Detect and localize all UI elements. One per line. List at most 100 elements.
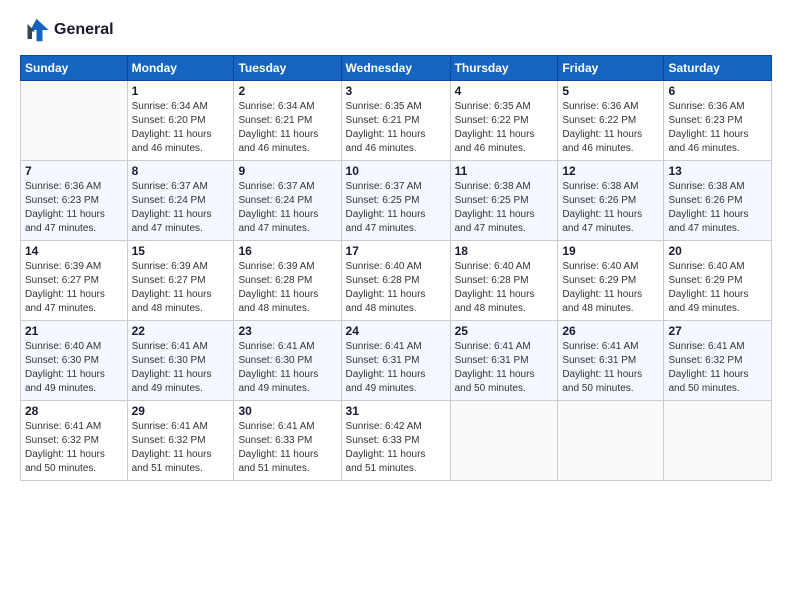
day-number: 6 — [668, 84, 767, 98]
day-number: 25 — [455, 324, 554, 338]
calendar-cell: 15 Sunrise: 6:39 AM Sunset: 6:27 PM Dayli… — [127, 241, 234, 321]
day-number: 20 — [668, 244, 767, 258]
week-row-3: 14 Sunrise: 6:39 AM Sunset: 6:27 PM Dayli… — [21, 241, 772, 321]
cell-content: Sunrise: 6:38 AM Sunset: 6:26 PM Dayligh… — [562, 180, 659, 236]
cell-content: Sunrise: 6:37 AM Sunset: 6:24 PM Dayligh… — [132, 180, 230, 236]
cell-content: Sunrise: 6:41 AM Sunset: 6:30 PM Dayligh… — [238, 340, 336, 396]
week-row-1: 1 Sunrise: 6:34 AM Sunset: 6:20 PM Daylig… — [21, 81, 772, 161]
calendar-cell: 21 Sunrise: 6:40 AM Sunset: 6:30 PM Dayli… — [21, 321, 128, 401]
day-number: 28 — [25, 404, 123, 418]
calendar-cell: 7 Sunrise: 6:36 AM Sunset: 6:23 PM Daylig… — [21, 161, 128, 241]
day-number: 3 — [346, 84, 446, 98]
cell-content: Sunrise: 6:39 AM Sunset: 6:28 PM Dayligh… — [238, 260, 336, 316]
cell-content: Sunrise: 6:40 AM Sunset: 6:28 PM Dayligh… — [346, 260, 446, 316]
cell-content: Sunrise: 6:35 AM Sunset: 6:22 PM Dayligh… — [455, 100, 554, 156]
cell-content: Sunrise: 6:41 AM Sunset: 6:31 PM Dayligh… — [562, 340, 659, 396]
calendar-cell: 10 Sunrise: 6:37 AM Sunset: 6:25 PM Dayli… — [341, 161, 450, 241]
calendar-cell: 4 Sunrise: 6:35 AM Sunset: 6:22 PM Daylig… — [450, 81, 558, 161]
day-number: 23 — [238, 324, 336, 338]
header-cell-saturday: Saturday — [664, 56, 772, 81]
calendar-cell: 31 Sunrise: 6:42 AM Sunset: 6:33 PM Dayli… — [341, 401, 450, 481]
day-number: 15 — [132, 244, 230, 258]
day-number: 1 — [132, 84, 230, 98]
logo-icon — [20, 15, 50, 45]
cell-content: Sunrise: 6:42 AM Sunset: 6:33 PM Dayligh… — [346, 420, 446, 476]
day-number: 8 — [132, 164, 230, 178]
cell-content: Sunrise: 6:40 AM Sunset: 6:29 PM Dayligh… — [562, 260, 659, 316]
calendar-header-row: SundayMondayTuesdayWednesdayThursdayFrid… — [21, 56, 772, 81]
calendar-cell: 26 Sunrise: 6:41 AM Sunset: 6:31 PM Dayli… — [558, 321, 664, 401]
logo-text: General — [54, 20, 114, 39]
day-number: 4 — [455, 84, 554, 98]
calendar-cell: 22 Sunrise: 6:41 AM Sunset: 6:30 PM Dayli… — [127, 321, 234, 401]
calendar-cell — [558, 401, 664, 481]
calendar-cell: 3 Sunrise: 6:35 AM Sunset: 6:21 PM Daylig… — [341, 81, 450, 161]
calendar-cell: 29 Sunrise: 6:41 AM Sunset: 6:32 PM Dayli… — [127, 401, 234, 481]
day-number: 9 — [238, 164, 336, 178]
day-number: 21 — [25, 324, 123, 338]
cell-content: Sunrise: 6:36 AM Sunset: 6:22 PM Dayligh… — [562, 100, 659, 156]
day-number: 22 — [132, 324, 230, 338]
day-number: 10 — [346, 164, 446, 178]
cell-content: Sunrise: 6:40 AM Sunset: 6:30 PM Dayligh… — [25, 340, 123, 396]
day-number: 12 — [562, 164, 659, 178]
calendar-cell: 5Sunrise: 6:36 AM Sunset: 6:22 PM Daylig… — [558, 81, 664, 161]
calendar-cell: 12 Sunrise: 6:38 AM Sunset: 6:26 PM Dayli… — [558, 161, 664, 241]
calendar-cell: 30 Sunrise: 6:41 AM Sunset: 6:33 PM Dayli… — [234, 401, 341, 481]
day-number: 31 — [346, 404, 446, 418]
calendar-cell: 11 Sunrise: 6:38 AM Sunset: 6:25 PM Dayli… — [450, 161, 558, 241]
cell-content: Sunrise: 6:38 AM Sunset: 6:25 PM Dayligh… — [455, 180, 554, 236]
cell-content: Sunrise: 6:40 AM Sunset: 6:28 PM Dayligh… — [455, 260, 554, 316]
day-number: 24 — [346, 324, 446, 338]
calendar-cell — [21, 81, 128, 161]
calendar-cell: 24 Sunrise: 6:41 AM Sunset: 6:31 PM Dayli… — [341, 321, 450, 401]
calendar-cell: 19 Sunrise: 6:40 AM Sunset: 6:29 PM Dayli… — [558, 241, 664, 321]
day-number: 7 — [25, 164, 123, 178]
calendar-cell: 25 Sunrise: 6:41 AM Sunset: 6:31 PM Dayli… — [450, 321, 558, 401]
day-number: 26 — [562, 324, 659, 338]
day-number: 17 — [346, 244, 446, 258]
day-number: 16 — [238, 244, 336, 258]
cell-content: Sunrise: 6:41 AM Sunset: 6:33 PM Dayligh… — [238, 420, 336, 476]
cell-content: Sunrise: 6:36 AM Sunset: 6:23 PM Dayligh… — [25, 180, 123, 236]
cell-content: Sunrise: 6:41 AM Sunset: 6:32 PM Dayligh… — [132, 420, 230, 476]
calendar-cell: 1 Sunrise: 6:34 AM Sunset: 6:20 PM Daylig… — [127, 81, 234, 161]
cell-content: Sunrise: 6:34 AM Sunset: 6:20 PM Dayligh… — [132, 100, 230, 156]
cell-content: Sunrise: 6:37 AM Sunset: 6:24 PM Dayligh… — [238, 180, 336, 236]
header: General — [20, 15, 772, 45]
calendar-cell: 20Sunrise: 6:40 AM Sunset: 6:29 PM Dayli… — [664, 241, 772, 321]
day-number: 27 — [668, 324, 767, 338]
cell-content: Sunrise: 6:37 AM Sunset: 6:25 PM Dayligh… — [346, 180, 446, 236]
calendar-cell: 2Sunrise: 6:34 AM Sunset: 6:21 PM Daylig… — [234, 81, 341, 161]
cell-content: Sunrise: 6:38 AM Sunset: 6:26 PM Dayligh… — [668, 180, 767, 236]
week-row-4: 21 Sunrise: 6:40 AM Sunset: 6:30 PM Dayli… — [21, 321, 772, 401]
cell-content: Sunrise: 6:41 AM Sunset: 6:31 PM Dayligh… — [455, 340, 554, 396]
cell-content: Sunrise: 6:35 AM Sunset: 6:21 PM Dayligh… — [346, 100, 446, 156]
calendar-cell — [450, 401, 558, 481]
calendar-cell: 6Sunrise: 6:36 AM Sunset: 6:23 PM Daylig… — [664, 81, 772, 161]
week-row-2: 7 Sunrise: 6:36 AM Sunset: 6:23 PM Daylig… — [21, 161, 772, 241]
calendar-cell: 14 Sunrise: 6:39 AM Sunset: 6:27 PM Dayli… — [21, 241, 128, 321]
week-row-5: 28 Sunrise: 6:41 AM Sunset: 6:32 PM Dayli… — [21, 401, 772, 481]
day-number: 29 — [132, 404, 230, 418]
calendar-cell: 18Sunrise: 6:40 AM Sunset: 6:28 PM Dayli… — [450, 241, 558, 321]
cell-content: Sunrise: 6:41 AM Sunset: 6:30 PM Dayligh… — [132, 340, 230, 396]
day-number: 11 — [455, 164, 554, 178]
day-number: 30 — [238, 404, 336, 418]
cell-content: Sunrise: 6:34 AM Sunset: 6:21 PM Dayligh… — [238, 100, 336, 156]
day-number: 13 — [668, 164, 767, 178]
cell-content: Sunrise: 6:41 AM Sunset: 6:31 PM Dayligh… — [346, 340, 446, 396]
cell-content: Sunrise: 6:39 AM Sunset: 6:27 PM Dayligh… — [132, 260, 230, 316]
header-cell-monday: Monday — [127, 56, 234, 81]
calendar-cell: 8 Sunrise: 6:37 AM Sunset: 6:24 PM Daylig… — [127, 161, 234, 241]
cell-content: Sunrise: 6:41 AM Sunset: 6:32 PM Dayligh… — [25, 420, 123, 476]
calendar-cell: 16 Sunrise: 6:39 AM Sunset: 6:28 PM Dayli… — [234, 241, 341, 321]
day-number: 19 — [562, 244, 659, 258]
header-cell-wednesday: Wednesday — [341, 56, 450, 81]
calendar-cell: 27Sunrise: 6:41 AM Sunset: 6:32 PM Dayli… — [664, 321, 772, 401]
day-number: 14 — [25, 244, 123, 258]
page: General SundayMondayTuesdayWednesdayThur… — [0, 0, 792, 491]
calendar-cell — [664, 401, 772, 481]
header-cell-thursday: Thursday — [450, 56, 558, 81]
cell-content: Sunrise: 6:39 AM Sunset: 6:27 PM Dayligh… — [25, 260, 123, 316]
